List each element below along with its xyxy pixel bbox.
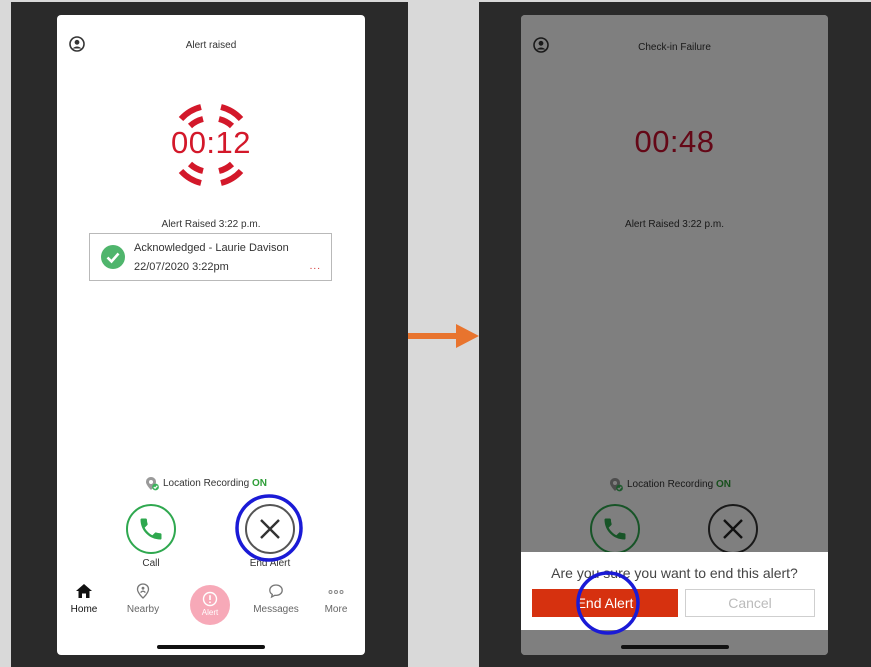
nav-label-home: Home [70,604,98,615]
highlight-ring-end-alert [235,494,303,562]
nav-label-nearby: Nearby [126,604,160,615]
nav-label-more: More [324,604,348,615]
more-dots-icon [328,590,344,594]
call-button[interactable] [126,504,176,554]
home-indicator[interactable] [621,645,729,649]
nav-label-alert: Alert [201,608,219,617]
right-phone-screen: Check-in Failure 00:48 Alert Raised 3:22… [521,15,828,655]
location-pin-icon [146,477,159,491]
cancel-button[interactable]: Cancel [685,589,815,617]
location-recording-status: Location Recording ON [145,476,267,491]
message-bubble-icon [269,584,283,599]
more-options-icon[interactable]: ... [310,261,321,272]
acknowledgement-card[interactable]: Acknowledged - Laurie Davison 22/07/2020… [89,233,332,281]
location-on-badge: ON [251,478,267,490]
page-title: Alert raised [185,40,237,51]
phone-icon [140,518,162,540]
acknowledged-by: Acknowledged - Laurie Davison [134,242,289,254]
dialog-message: Are you sure you want to end this alert? [551,565,798,581]
nav-item-messages[interactable]: Messages [251,583,301,615]
end-alert-confirm-dialog: Are you sure you want to end this alert?… [521,552,828,630]
nearby-pin-icon [136,583,150,599]
home-indicator[interactable] [157,645,265,649]
nav-item-nearby[interactable]: Nearby [118,583,168,615]
left-phone-screen: Alert raised 00:12 Alert Raised 3:22 p.m… [57,15,365,655]
nav-item-home[interactable]: Home [59,583,109,615]
acknowledged-time: 22/07/2020 3:22pm [134,261,229,273]
location-label: Location Recording [163,478,250,490]
home-icon [76,584,92,598]
alert-raised-time: Alert Raised 3:22 p.m. [161,219,261,230]
alert-icon [202,591,218,607]
check-circle-icon [101,245,125,269]
nav-label-messages: Messages [253,604,299,615]
transition-arrow-icon [408,324,479,348]
nav-item-more[interactable]: More [311,583,361,615]
nav-item-alert[interactable]: Alert [190,585,230,625]
call-label: Call [142,558,160,569]
alert-timer: 00:12 [170,125,252,160]
highlight-ring-confirm [576,571,640,635]
